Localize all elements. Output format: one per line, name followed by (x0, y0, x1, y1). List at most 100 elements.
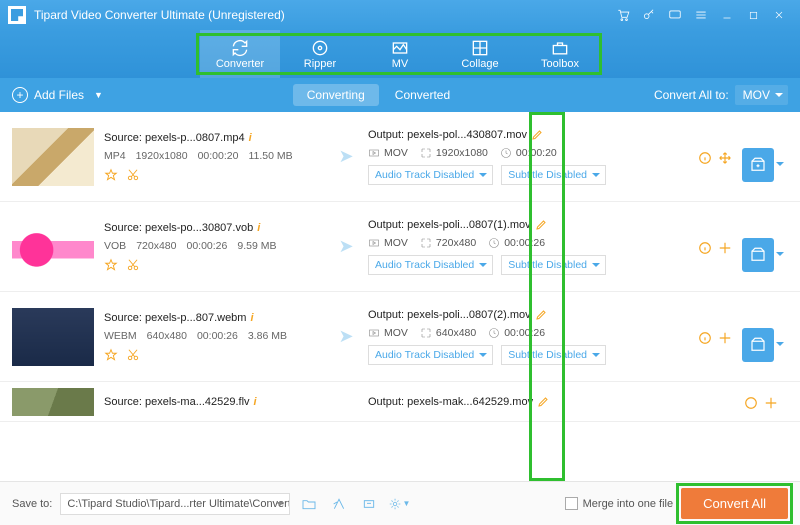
merge-checkbox[interactable]: Merge into one file (565, 497, 674, 510)
source-size: 11.50 MB (248, 150, 292, 162)
move-icon[interactable] (718, 151, 732, 165)
output-resolution: 1920x1080 (436, 147, 488, 159)
edit-profile-button[interactable] (742, 148, 774, 182)
edit-profile-button[interactable] (742, 328, 774, 362)
save-path-select[interactable]: C:\Tipard Studio\Tipard...rter Ultimate\… (60, 493, 290, 515)
move-icon[interactable] (764, 396, 778, 410)
tab-converting[interactable]: Converting (293, 84, 379, 106)
tab-converted[interactable]: Converted (381, 84, 464, 106)
collage-icon (470, 38, 490, 58)
source-format: MP4 (104, 150, 126, 162)
info-circle-icon[interactable] (698, 241, 712, 255)
star-icon[interactable] (104, 348, 118, 362)
audio-track-select[interactable]: Audio Track Disabled (368, 345, 493, 365)
file-row: Source: pexels-ma...42529.flv i Output: … (0, 382, 800, 422)
nav-ripper[interactable]: Ripper (280, 30, 360, 78)
source-format: WEBM (104, 330, 137, 342)
file-row: Source: pexels-po...30807.vob i VOB 720x… (0, 202, 800, 292)
cut-icon[interactable] (126, 348, 140, 362)
output-format: MOV (384, 237, 408, 249)
open-folder-icon[interactable] (298, 493, 320, 515)
source-size: 3.86 MB (248, 330, 287, 342)
save-to-label: Save to: (12, 498, 52, 510)
output-duration: 00:00:26 (504, 237, 545, 249)
source-resolution: 720x480 (136, 240, 176, 252)
checkbox-icon (565, 497, 578, 510)
source-filename: Source: pexels-p...0807.mp4 (104, 132, 245, 144)
nav-collage[interactable]: Collage (440, 30, 520, 78)
info-icon[interactable]: i (254, 396, 257, 408)
audio-track-select[interactable]: Audio Track Disabled (368, 165, 493, 185)
plus-icon: + (12, 87, 28, 103)
ripper-icon (310, 38, 330, 58)
nav-label: Converter (216, 58, 264, 70)
info-circle-icon[interactable] (698, 151, 712, 165)
subtitle-select[interactable]: Subtitle Disabled (501, 165, 606, 185)
arrow-icon: ➤ (334, 326, 358, 347)
thumbnail[interactable] (12, 308, 94, 366)
audio-track-select[interactable]: Audio Track Disabled (368, 255, 493, 275)
cut-icon[interactable] (126, 168, 140, 182)
move-icon[interactable] (718, 331, 732, 345)
maximize-button[interactable] (740, 2, 766, 28)
edit-name-icon[interactable] (535, 219, 547, 231)
arrow-icon: ➤ (334, 146, 358, 167)
close-button[interactable] (766, 2, 792, 28)
output-format-select[interactable]: MOV (735, 85, 788, 105)
key-icon[interactable] (636, 2, 662, 28)
star-icon[interactable] (104, 258, 118, 272)
nav-converter[interactable]: Converter (200, 30, 280, 78)
speed-icon[interactable] (328, 493, 350, 515)
add-files-label: Add Files (34, 88, 84, 102)
source-size: 9.59 MB (237, 240, 276, 252)
nav-label: MV (392, 58, 409, 70)
nav-toolbox[interactable]: Toolbox (520, 30, 600, 78)
edit-profile-button[interactable] (742, 238, 774, 272)
output-filename: Output: pexels-poli...0807(2).mov (368, 309, 531, 321)
thumbnail[interactable] (12, 218, 94, 276)
nav-label: Ripper (304, 58, 336, 70)
source-filename: Source: pexels-p...807.webm (104, 312, 246, 324)
menu-icon[interactable] (688, 2, 714, 28)
info-icon[interactable]: i (250, 312, 253, 324)
convert-all-to: Convert All to: MOV (654, 85, 788, 105)
star-icon[interactable] (104, 168, 118, 182)
nav-mv[interactable]: MV (360, 30, 440, 78)
thumbnail[interactable] (12, 388, 94, 416)
titlebar: Tipard Video Converter Ultimate (Unregis… (0, 0, 800, 30)
info-icon[interactable]: i (257, 222, 260, 234)
app-window: Tipard Video Converter Ultimate (Unregis… (0, 0, 800, 525)
arrow-icon: ➤ (334, 236, 358, 257)
info-icon[interactable]: i (249, 132, 252, 144)
settings-icon[interactable]: ▼ (388, 493, 410, 515)
source-filename: Source: pexels-po...30807.vob (104, 222, 253, 234)
convert-all-button[interactable]: Convert All (681, 488, 788, 519)
info-circle-icon[interactable] (698, 331, 712, 345)
move-icon[interactable] (718, 241, 732, 255)
output-resolution: 640x480 (436, 327, 476, 339)
nav-label: Toolbox (541, 58, 579, 70)
source-filename: Source: pexels-ma...42529.flv (104, 396, 250, 408)
subtitle-select[interactable]: Subtitle Disabled (501, 345, 606, 365)
add-files-button[interactable]: + Add Files ▼ (12, 87, 103, 103)
feedback-icon[interactable] (662, 2, 688, 28)
minimize-button[interactable] (714, 2, 740, 28)
sub-tabs: Converting Converted (103, 84, 654, 106)
app-logo-icon (8, 6, 26, 24)
source-resolution: 1920x1080 (136, 150, 188, 162)
merge-label: Merge into one file (583, 498, 674, 510)
cut-icon[interactable] (126, 258, 140, 272)
subtitle-select[interactable]: Subtitle Disabled (501, 255, 606, 275)
edit-name-icon[interactable] (531, 129, 543, 141)
output-format: MOV (384, 327, 408, 339)
gpu-icon[interactable] (358, 493, 380, 515)
output-resolution: 720x480 (436, 237, 476, 249)
info-circle-icon[interactable] (744, 396, 758, 410)
source-duration: 00:00:26 (197, 330, 238, 342)
output-duration: 00:00:20 (516, 147, 557, 159)
edit-name-icon[interactable] (535, 309, 547, 321)
thumbnail[interactable] (12, 128, 94, 186)
edit-name-icon[interactable] (537, 396, 549, 408)
main-nav: Converter Ripper MV Collage Toolbox (0, 30, 800, 78)
cart-icon[interactable] (610, 2, 636, 28)
